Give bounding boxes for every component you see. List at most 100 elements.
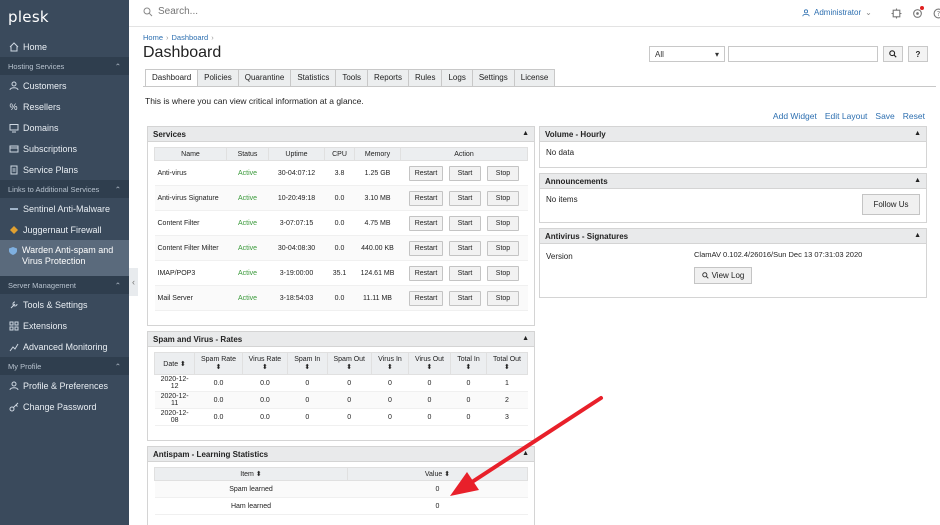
stop-button[interactable]: Stop: [487, 215, 519, 231]
breadcrumb-dashboard[interactable]: Dashboard: [172, 33, 209, 42]
sidebar-item-customers[interactable]: Customers: [0, 75, 129, 96]
tab-logs[interactable]: Logs: [441, 69, 473, 86]
tab-rules[interactable]: Rules: [408, 69, 443, 86]
sidebar-item-profile[interactable]: Profile & Preferences: [0, 375, 129, 396]
column-header[interactable]: Date ⬍: [153, 352, 196, 375]
restart-button[interactable]: Restart: [409, 240, 443, 256]
sidebar-section-hosting[interactable]: Hosting Services ⌃: [0, 57, 129, 75]
sidebar-item-sentinel[interactable]: Sentinel Anti-Malware: [0, 198, 129, 219]
filter-search-button[interactable]: [883, 46, 903, 62]
user-menu[interactable]: Administrator ⌄: [802, 8, 872, 17]
start-button[interactable]: Start: [449, 265, 481, 281]
sidebar-section-server[interactable]: Server Management ⌃: [0, 276, 129, 294]
collapse-arrow-icon[interactable]: ▲: [914, 130, 921, 138]
add-widget-link[interactable]: Add Widget: [773, 111, 817, 121]
notifications-icon[interactable]: [910, 6, 924, 20]
tab-settings[interactable]: Settings: [471, 69, 515, 86]
column-header[interactable]: Total In ⬍: [449, 352, 487, 375]
restart-button[interactable]: Restart: [409, 215, 443, 231]
start-button[interactable]: Start: [449, 190, 481, 206]
collapse-arrow-icon[interactable]: ▲: [914, 177, 921, 185]
sort-icon: ⬍: [304, 364, 311, 371]
sidebar-item-subscriptions[interactable]: Subscriptions: [0, 138, 129, 159]
breadcrumb-home[interactable]: Home: [143, 33, 163, 42]
view-log-button[interactable]: View Log: [694, 267, 752, 284]
panel-header: Antispam - Learning Statistics ▲: [148, 447, 534, 462]
collapse-arrow-icon[interactable]: ▲: [522, 335, 529, 343]
plesk-logo[interactable]: plesk: [0, 0, 129, 36]
tab-statistics[interactable]: Statistics: [290, 69, 337, 86]
sidebar-item-label: Sentinel Anti-Malware: [23, 203, 111, 214]
column-header[interactable]: Virus Out ⬍: [408, 352, 451, 375]
reset-link[interactable]: Reset: [903, 111, 925, 121]
sidebar-item-tools[interactable]: Tools & Settings: [0, 294, 129, 315]
start-button[interactable]: Start: [449, 165, 481, 181]
tab-dashboard[interactable]: Dashboard: [145, 69, 199, 87]
sidebar-item-domains[interactable]: Domains: [0, 117, 129, 138]
tab-tools[interactable]: Tools: [335, 69, 369, 86]
panel-header: Announcements ▲: [540, 174, 926, 189]
column-header[interactable]: Virus In ⬍: [370, 352, 410, 375]
sidebar-item-resellers[interactable]: % Resellers: [0, 96, 129, 117]
column-header[interactable]: Item ⬍: [154, 467, 348, 481]
sidebar-item-monitoring[interactable]: Advanced Monitoring: [0, 336, 129, 357]
sort-icon: ⬍: [504, 364, 510, 371]
follow-us-button[interactable]: Follow Us: [862, 194, 920, 215]
start-button[interactable]: Start: [449, 215, 481, 231]
sidebar-item-label: Profile & Preferences: [23, 380, 109, 391]
signatures-panel: Antivirus - Signatures ▲ Version ClamAV 0…: [539, 228, 927, 298]
restart-button[interactable]: Restart: [409, 265, 443, 281]
sidebar-collapse-handle[interactable]: ‹: [129, 268, 138, 296]
tab-policies[interactable]: Policies: [197, 69, 239, 86]
extensions-top-icon[interactable]: [889, 6, 903, 20]
filter-select[interactable]: All ▾: [649, 46, 725, 62]
rate-cell: 0: [408, 408, 451, 426]
start-button[interactable]: Start: [449, 240, 481, 256]
stop-button[interactable]: Stop: [487, 290, 519, 306]
sidebar-item-extensions[interactable]: Extensions: [0, 315, 129, 336]
service-status: Active: [226, 160, 269, 186]
sidebar-item-label: Warden Anti-spam and Virus Protection: [22, 245, 114, 266]
edit-layout-link[interactable]: Edit Layout: [825, 111, 868, 121]
collapse-arrow-icon[interactable]: ▲: [914, 232, 921, 240]
announcements-empty: No items: [546, 195, 578, 204]
collapse-arrow-icon[interactable]: ▲: [522, 130, 529, 138]
tab-reports[interactable]: Reports: [367, 69, 410, 86]
sidebar-item-warden[interactable]: Warden Anti-spam and Virus Protection: [0, 240, 129, 276]
stop-button[interactable]: Stop: [487, 190, 519, 206]
sidebar-item-label: Resellers: [23, 101, 61, 112]
start-button[interactable]: Start: [449, 290, 481, 306]
restart-button[interactable]: Restart: [409, 165, 443, 181]
sidebar-item-password[interactable]: Change Password: [0, 396, 129, 417]
column-header[interactable]: Virus Rate ⬍: [241, 352, 289, 375]
help-button[interactable]: ?: [908, 46, 928, 62]
rate-cell: 0: [450, 408, 487, 426]
sidebar-item-service-plans[interactable]: Service Plans: [0, 159, 129, 180]
restart-button[interactable]: Restart: [409, 190, 443, 206]
column-header[interactable]: Spam Out ⬍: [326, 352, 372, 375]
collapse-arrow-icon[interactable]: ▲: [522, 450, 529, 458]
sidebar-section-additional[interactable]: Links to Additional Services ⌃: [0, 180, 129, 198]
restart-button[interactable]: Restart: [409, 290, 443, 306]
sidebar-item-home[interactable]: Home: [0, 36, 129, 57]
panel-header: Spam and Virus - Rates ▲: [148, 332, 534, 347]
search-input[interactable]: [158, 6, 358, 17]
help-icon[interactable]: ?: [931, 6, 940, 20]
column-label: Value: [424, 471, 443, 478]
sidebar-section-profile[interactable]: My Profile ⌃: [0, 357, 129, 375]
filter-search-input[interactable]: [728, 46, 878, 62]
column-header[interactable]: Spam Rate ⬍: [194, 352, 243, 375]
sidebar-item-juggernaut[interactable]: Juggernaut Firewall: [0, 219, 129, 240]
stop-button[interactable]: Stop: [487, 240, 519, 256]
stop-button[interactable]: Stop: [487, 265, 519, 281]
intro-text: This is where you can view critical info…: [145, 96, 364, 106]
column-header[interactable]: Spam In ⬍: [287, 352, 328, 375]
column-header[interactable]: Total Out ⬍: [485, 352, 529, 375]
stop-button[interactable]: Stop: [487, 165, 519, 181]
save-link[interactable]: Save: [875, 111, 894, 121]
breadcrumb: Home › Dashboard ›: [143, 33, 217, 42]
column-header[interactable]: Value ⬍: [347, 467, 528, 481]
service-uptime: 30-04:07:12: [268, 160, 325, 186]
tab-quarantine[interactable]: Quarantine: [237, 69, 292, 86]
tab-license[interactable]: License: [513, 69, 556, 86]
